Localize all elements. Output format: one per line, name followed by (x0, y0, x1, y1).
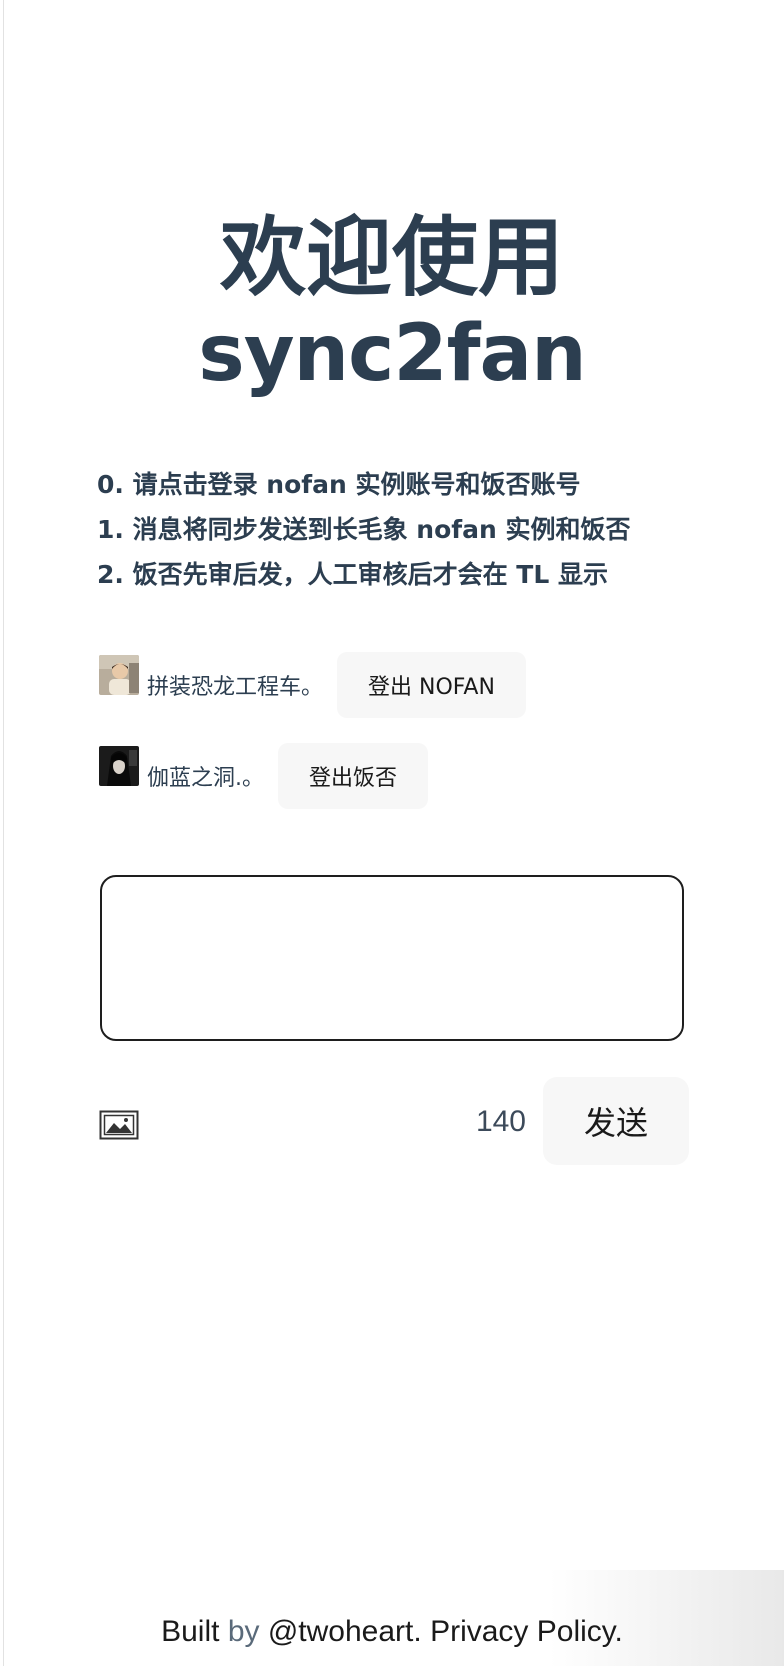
send-button[interactable]: 发送 (543, 1077, 689, 1165)
account-name-fanfou: 伽蓝之洞.。 (147, 766, 264, 791)
footer-end: . (614, 1615, 623, 1648)
account-name-nofan: 拼装恐龙工程车。 (147, 675, 324, 700)
instruction-item: 2. 饭否先审后发，人工审核后才会在 TL 显示 (97, 560, 608, 589)
logout-fanfou-button[interactable]: 登出饭否 (278, 743, 429, 809)
image-icon[interactable] (99, 1109, 139, 1141)
privacy-policy-link[interactable]: Privacy Policy (430, 1615, 614, 1648)
footer-by-text: by (227, 1615, 260, 1648)
account-row-nofan: 拼装恐龙工程车。 登出 NOFAN (99, 652, 526, 718)
page-title-line-1: 欢迎使用 (220, 208, 564, 308)
avatar-nofan (99, 655, 139, 695)
instruction-item: 1. 消息将同步发送到长毛象 nofan 实例和饭否 (97, 515, 631, 544)
avatar-fanfou (99, 746, 139, 786)
account-row-fanfou: 伽蓝之洞.。 登出饭否 (99, 743, 429, 809)
instructions-list: 0. 请点击登录 nofan 实例账号和饭否账号 1. 消息将同步发送到长毛象 … (97, 462, 631, 597)
footer-separator: . (413, 1615, 422, 1648)
author-link[interactable]: @twoheart (268, 1615, 414, 1648)
message-input[interactable] (100, 875, 684, 1041)
instruction-item: 0. 请点击登录 nofan 实例账号和饭否账号 (97, 470, 581, 499)
footer: Built by @twoheart. Privacy Policy. (0, 1615, 784, 1649)
logout-nofan-button[interactable]: 登出 NOFAN (337, 652, 526, 718)
footer-built-text: Built (161, 1615, 220, 1648)
character-counter: 140 (475, 1105, 526, 1138)
page-title-line-2: sync2fan (198, 309, 586, 399)
